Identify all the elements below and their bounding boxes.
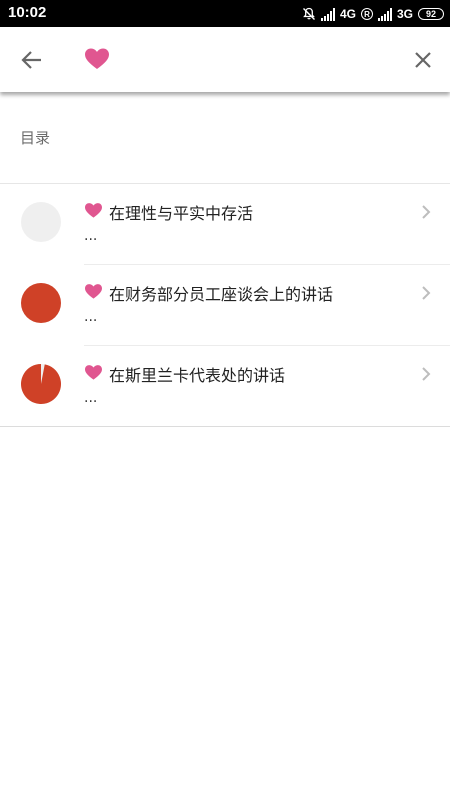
arrow-left-icon xyxy=(21,51,41,69)
item-title: 在理性与平实中存活 xyxy=(109,204,254,223)
heart-icon xyxy=(85,203,102,218)
roaming-icon: R xyxy=(360,8,373,20)
close-button[interactable] xyxy=(408,45,438,75)
status-bar: 10:02 4G R 3G 92 xyxy=(0,0,450,27)
network-type-1: 4G xyxy=(339,7,356,21)
progress-fill xyxy=(21,283,61,323)
battery-icon: 92 xyxy=(418,8,444,20)
notifications-off-icon xyxy=(302,7,315,20)
progress-pie-icon xyxy=(21,364,61,404)
item-title: 在财务部分员工座谈会上的讲话 xyxy=(109,285,334,304)
list-item[interactable]: 在理性与平实中存活 ... xyxy=(0,184,450,265)
network-type-2: 3G xyxy=(396,7,413,21)
heart-icon xyxy=(85,48,109,69)
status-time: 10:02 xyxy=(8,4,47,21)
chevron-right-icon xyxy=(422,205,431,219)
progress-pie-icon xyxy=(21,202,61,242)
item-subtitle: ... xyxy=(84,228,98,244)
section-label: 目录 xyxy=(20,129,51,147)
progress-track xyxy=(21,202,61,242)
item-subtitle: ... xyxy=(84,309,98,325)
close-icon xyxy=(415,52,431,68)
list-item[interactable]: 在斯里兰卡代表处的讲话 ... xyxy=(0,346,450,427)
back-button[interactable] xyxy=(14,45,50,75)
status-icons: 4G R 3G 92 xyxy=(302,4,444,24)
progress-pie-icon xyxy=(21,283,61,323)
chevron-right-icon xyxy=(422,286,431,300)
item-title: 在斯里兰卡代表处的讲话 xyxy=(109,366,286,385)
list-item[interactable]: 在财务部分员工座谈会上的讲话 ... xyxy=(0,265,450,346)
progress-fill xyxy=(21,364,61,404)
chapter-list: 在理性与平实中存活 ... 在财务部分员工座谈会上的讲话 ... 在斯里兰卡代表… xyxy=(0,184,450,427)
app-bar xyxy=(0,27,450,92)
heart-icon xyxy=(85,365,102,380)
heart-icon xyxy=(85,284,102,299)
divider xyxy=(0,426,450,427)
signal-icon-2 xyxy=(377,7,392,21)
chevron-right-icon xyxy=(422,367,431,381)
item-subtitle: ... xyxy=(84,390,98,406)
signal-icon xyxy=(320,7,335,21)
